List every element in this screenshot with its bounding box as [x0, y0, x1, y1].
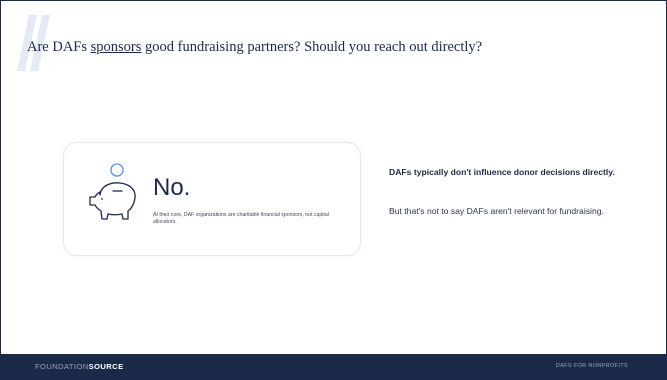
title-link-sponsors[interactable]: sponsors — [91, 39, 142, 55]
answer-text: No. — [153, 174, 191, 201]
answer-card: No. At their core, DAF organizations are… — [63, 142, 361, 256]
answer-note: At their core, DAF organizations are cha… — [153, 212, 329, 225]
brand-logo: FOUNDATIONSOURCE — [35, 362, 124, 371]
key-point-heading: DAFs typically don't influence donor dec… — [389, 167, 615, 177]
key-point-body: But that's not to say DAFs aren't releva… — [389, 206, 604, 216]
slide-title: Are DAFs sponsors good fundraising partn… — [27, 39, 637, 56]
brand-logo-light: FOUNDATION — [35, 362, 89, 371]
title-text-start: Are DAFs — [27, 39, 91, 55]
slide: Are DAFs sponsors good fundraising partn… — [0, 0, 667, 380]
brand-logo-bold: SOURCE — [88, 362, 124, 371]
title-text-end: good fundraising partners? Should you re… — [141, 39, 483, 55]
piggy-bank-icon — [89, 163, 136, 220]
footer-deck-title: DAFS FOR NONPROFITS — [555, 363, 628, 369]
footer-bar: FOUNDATIONSOURCE DAFS FOR NONPROFITS — [1, 354, 666, 379]
